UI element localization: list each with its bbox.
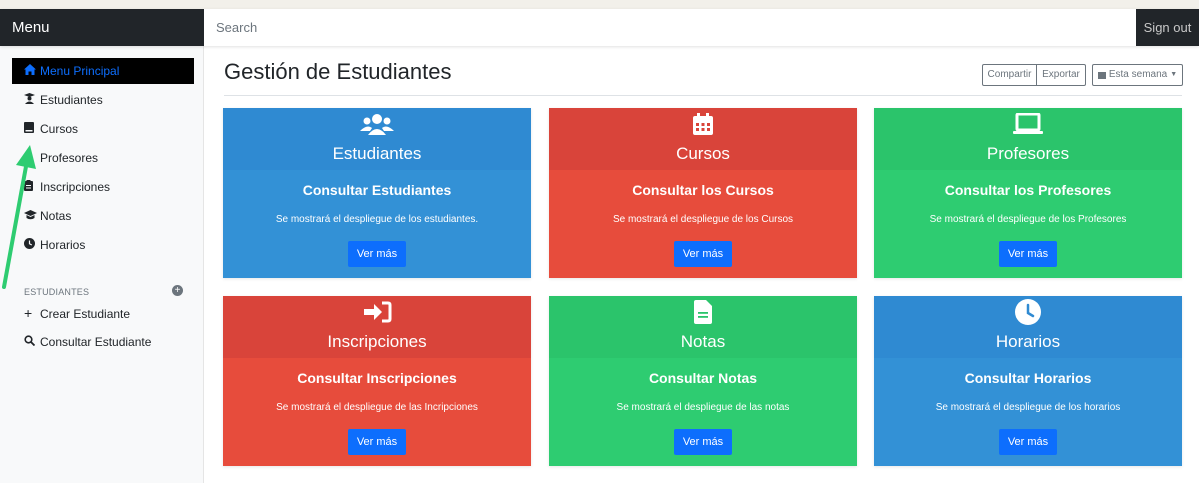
card-subtitle: Consultar Inscripciones bbox=[297, 370, 457, 386]
laptop-icon bbox=[874, 112, 1182, 136]
sidebar-item-crear-estudiante[interactable]: + Crear Estudiante bbox=[12, 300, 194, 326]
card-notas: Notas Consultar Notas Se mostrará el despl… bbox=[549, 296, 857, 466]
card-estudiantes: Estudiantes Consultar Estudiantes Se mostr… bbox=[223, 108, 531, 278]
date-range-dropdown[interactable]: Esta semana ▼ bbox=[1092, 64, 1183, 86]
plus-icon: + bbox=[24, 305, 33, 321]
card-subtitle: Consultar Horarios bbox=[964, 370, 1092, 386]
card-description: Se mostrará el despliegue de los estudia… bbox=[275, 214, 479, 225]
card-title: Horarios bbox=[995, 332, 1061, 351]
sidebar-item-consultar-estudiante[interactable]: Consultar Estudiante bbox=[12, 329, 194, 355]
card-subtitle: Consultar los Cursos bbox=[632, 182, 774, 198]
signout-link[interactable]: Sign out bbox=[1136, 9, 1199, 46]
card-header: Cursos bbox=[549, 108, 857, 170]
app-window: Menu Sign out Menu Principal Estudiantes… bbox=[0, 9, 1199, 483]
card-header: Horarios bbox=[874, 296, 1182, 358]
sidebar-item-label: Cursos bbox=[40, 122, 79, 136]
search-icon bbox=[24, 330, 38, 356]
clock-icon bbox=[874, 299, 1182, 325]
file-icon bbox=[549, 300, 857, 324]
chevron-down-icon: ▼ bbox=[1170, 71, 1178, 78]
card-profesores: Profesores Consultar los Profesores Se mos… bbox=[874, 108, 1182, 278]
ver-mas-button[interactable]: Ver más bbox=[999, 429, 1057, 455]
card-description: Se mostrará el despliegue de las Incripc… bbox=[276, 402, 478, 413]
sidebar-item-label: Menu Principal bbox=[40, 64, 120, 78]
card-title: Cursos bbox=[676, 144, 730, 163]
graduate-icon bbox=[24, 88, 38, 114]
ver-mas-button[interactable]: Ver más bbox=[674, 429, 732, 455]
home-icon bbox=[24, 59, 38, 85]
calendar-small-icon bbox=[1097, 72, 1106, 79]
date-range-label: Esta semana bbox=[1108, 69, 1168, 80]
annotation-arrow bbox=[2, 145, 36, 289]
sidebar-item-estudiantes[interactable]: Estudiantes bbox=[12, 87, 194, 113]
card-subtitle: Consultar Notas bbox=[648, 370, 758, 386]
card-header: Profesores bbox=[874, 108, 1182, 170]
card-title: Notas bbox=[680, 332, 726, 351]
card-title: Profesores bbox=[986, 144, 1070, 163]
ver-mas-button[interactable]: Ver más bbox=[348, 429, 406, 455]
card-title: Inscripciones bbox=[327, 332, 427, 351]
calendar-icon bbox=[549, 112, 857, 136]
top-navbar: Menu Sign out bbox=[0, 9, 1199, 46]
card-description: Se mostrará el despliegue de los horario… bbox=[935, 402, 1121, 413]
card-header: Notas bbox=[549, 296, 857, 358]
sign-in-icon bbox=[223, 300, 531, 324]
sidebar-item-label: Consultar Estudiante bbox=[40, 335, 152, 349]
sidebar-item-label: Estudiantes bbox=[40, 93, 103, 107]
card-cursos: Cursos Consultar los Cursos Se mostrará el… bbox=[549, 108, 857, 278]
ver-mas-button[interactable]: Ver más bbox=[999, 241, 1057, 267]
sidebar-item-menu-principal[interactable]: Menu Principal bbox=[12, 58, 194, 84]
card-description: Se mostrará el despliegue de los Profeso… bbox=[929, 214, 1127, 225]
brand-menu[interactable]: Menu bbox=[0, 9, 204, 46]
card-horarios: Horarios Consultar Horarios Se mostrará el… bbox=[874, 296, 1182, 466]
sidebar-item-label: Crear Estudiante bbox=[40, 307, 131, 321]
export-button[interactable]: Exportar bbox=[1036, 64, 1086, 86]
card-header: Inscripciones bbox=[223, 296, 531, 358]
users-icon bbox=[223, 112, 531, 136]
card-subtitle: Consultar Estudiantes bbox=[302, 182, 452, 198]
card-description: Se mostrará el despliegue de los Cursos bbox=[612, 214, 794, 225]
card-header: Estudiantes bbox=[223, 108, 531, 170]
add-section-icon[interactable]: + bbox=[172, 285, 183, 296]
page-title: Gestión de Estudiantes bbox=[224, 59, 452, 84]
card-subtitle: Consultar los Profesores bbox=[944, 182, 1112, 198]
card-title: Estudiantes bbox=[332, 144, 422, 163]
card-description: Se mostrará el despliegue de las notas bbox=[616, 402, 790, 413]
share-button[interactable]: Compartir bbox=[982, 64, 1037, 86]
header-divider bbox=[224, 95, 1182, 96]
card-inscripciones: Inscripciones Consultar Inscripciones Se m… bbox=[223, 296, 531, 466]
ver-mas-button[interactable]: Ver más bbox=[674, 241, 732, 267]
ver-mas-button[interactable]: Ver más bbox=[348, 241, 406, 267]
search-input[interactable] bbox=[204, 9, 1136, 46]
